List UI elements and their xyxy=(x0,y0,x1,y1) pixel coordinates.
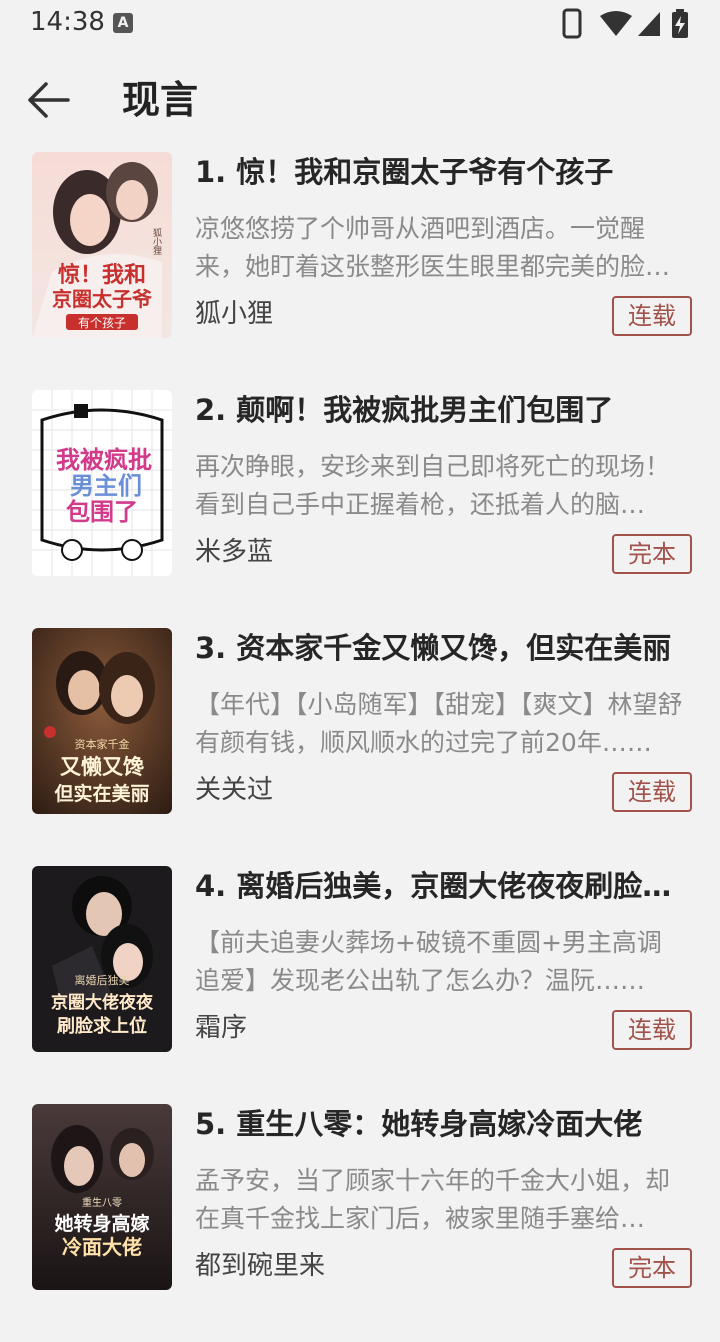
app-bar: 现言 xyxy=(0,60,720,140)
cover-title-line: 但实在美丽 xyxy=(54,782,149,805)
book-title: 1. 惊！我和京圈太子爷有个孩子 xyxy=(195,155,614,189)
cover-title-line: 京圈大佬夜夜 xyxy=(51,992,154,1013)
book-title: 3. 资本家千金又懒又馋，但实在美丽 xyxy=(195,631,672,665)
status-badge: 连载 xyxy=(612,1010,692,1050)
book-author: 米多蓝 xyxy=(195,537,274,567)
book-author: 都到碗里来 xyxy=(195,1251,326,1281)
cover-title-line: 京圈太子爷 xyxy=(52,287,153,311)
book-item[interactable]: 重生八零 她转身高嫁 冷面大佬 5. 重生八零：她转身高嫁冷面大佬 孟予安，当了… xyxy=(0,1104,720,1342)
cover-title-line: 她转身高嫁 xyxy=(54,1212,149,1235)
cover-author-mark: 狐小狸 xyxy=(151,227,162,256)
book-cover: 重生八零 她转身高嫁 冷面大佬 xyxy=(32,1104,172,1290)
cover-subtitle: 资本家千金 xyxy=(75,737,130,751)
book-author: 狐小狸 xyxy=(195,299,274,329)
cover-title-line: 包围了 xyxy=(66,498,138,526)
book-description: 凉悠悠捞了个帅哥从酒吧到酒店。一觉醒来，她盯着这张整形医生眼里都完美的脸，心里只… xyxy=(195,214,671,281)
status-icons xyxy=(556,8,696,40)
battery-charging-icon xyxy=(672,9,688,38)
book-item[interactable]: 离婚后独美 京圈大佬夜夜 刷脸求上位 4. 离婚后独美，京圈大佬夜夜刷脸求上位 … xyxy=(0,866,720,1104)
book-item[interactable]: 资本家千金 又懒又馋 但实在美丽 3. 资本家千金又懒又馋，但实在美丽 【年代】… xyxy=(0,628,720,866)
book-description: 【年代】【小岛随军】【甜宠】【爽文】林望舒有颜有钱，顺风顺水的过完了前20年…… xyxy=(195,690,683,757)
book-title: 4. 离婚后独美，京圈大佬夜夜刷脸求上位 xyxy=(195,869,685,903)
cover-subtitle: 重生八零 xyxy=(82,1196,122,1209)
cover-title-line: 我被疯批 xyxy=(56,446,152,474)
book-item[interactable]: 惊！我和 京圈太子爷 有个孩子 狐小狸 1. 惊！我和京圈太子爷有个孩子 凉悠悠… xyxy=(0,152,720,390)
book-cover: 我被疯批 男主们 包围了 xyxy=(32,390,172,576)
back-button[interactable] xyxy=(18,76,78,124)
cell-signal-icon xyxy=(638,12,660,36)
page-title: 现言 xyxy=(122,78,199,122)
cover-subtitle: 有个孩子 xyxy=(78,316,126,330)
book-author: 关关过 xyxy=(195,775,274,805)
book-title: 2. 颠啊！我被疯批男主们包围了 xyxy=(195,393,614,427)
book-description: 【前夫追妻火葬场+破镜不重圆+男主高调追爱】发现老公出轨了怎么办？温阮…… xyxy=(195,928,662,995)
status-badge: 完本 xyxy=(612,1248,692,1288)
book-list: 惊！我和 京圈太子爷 有个孩子 狐小狸 1. 惊！我和京圈太子爷有个孩子 凉悠悠… xyxy=(0,152,720,1342)
phone-icon xyxy=(562,8,582,39)
wifi-icon xyxy=(600,11,632,36)
book-author: 霜序 xyxy=(195,1013,248,1043)
arrow-left-icon xyxy=(28,82,70,118)
cover-title-line: 男主们 xyxy=(70,472,142,500)
book-description: 孟予安，当了顾家十六年的千金大小姐，却在真千金找上家门后，被家里随手塞给了…… xyxy=(195,1166,671,1233)
status-badge: 完本 xyxy=(612,534,692,574)
cover-title-line: 又懒又馋 xyxy=(60,754,144,779)
cover-subtitle: 离婚后独美 xyxy=(75,973,130,987)
status-badge: 连载 xyxy=(612,772,692,812)
a-icon: A xyxy=(113,13,133,33)
book-cover: 惊！我和 京圈太子爷 有个孩子 狐小狸 xyxy=(32,152,172,338)
cover-title-line: 惊！我和 xyxy=(58,262,146,288)
book-title: 5. 重生八零：她转身高嫁冷面大佬 xyxy=(195,1107,643,1141)
book-description: 再次睁眼，安珍来到自己即将死亡的现场！看到自己手中正握着枪，还抵着人的脑袋…… xyxy=(195,452,671,519)
book-item[interactable]: 我被疯批 男主们 包围了 2. 颠啊！我被疯批男主们包围了 再次睁眼，安珍来到自… xyxy=(0,390,720,628)
cover-title-line: 冷面大佬 xyxy=(62,1235,142,1259)
cover-title-line: 刷脸求上位 xyxy=(57,1015,147,1037)
status-badge: 连载 xyxy=(612,296,692,336)
book-cover: 资本家千金 又懒又馋 但实在美丽 xyxy=(32,628,172,814)
status-time: 14:38 xyxy=(30,7,105,37)
book-cover: 离婚后独美 京圈大佬夜夜 刷脸求上位 xyxy=(32,866,172,1052)
status-bar: 14:38 A xyxy=(0,0,720,48)
